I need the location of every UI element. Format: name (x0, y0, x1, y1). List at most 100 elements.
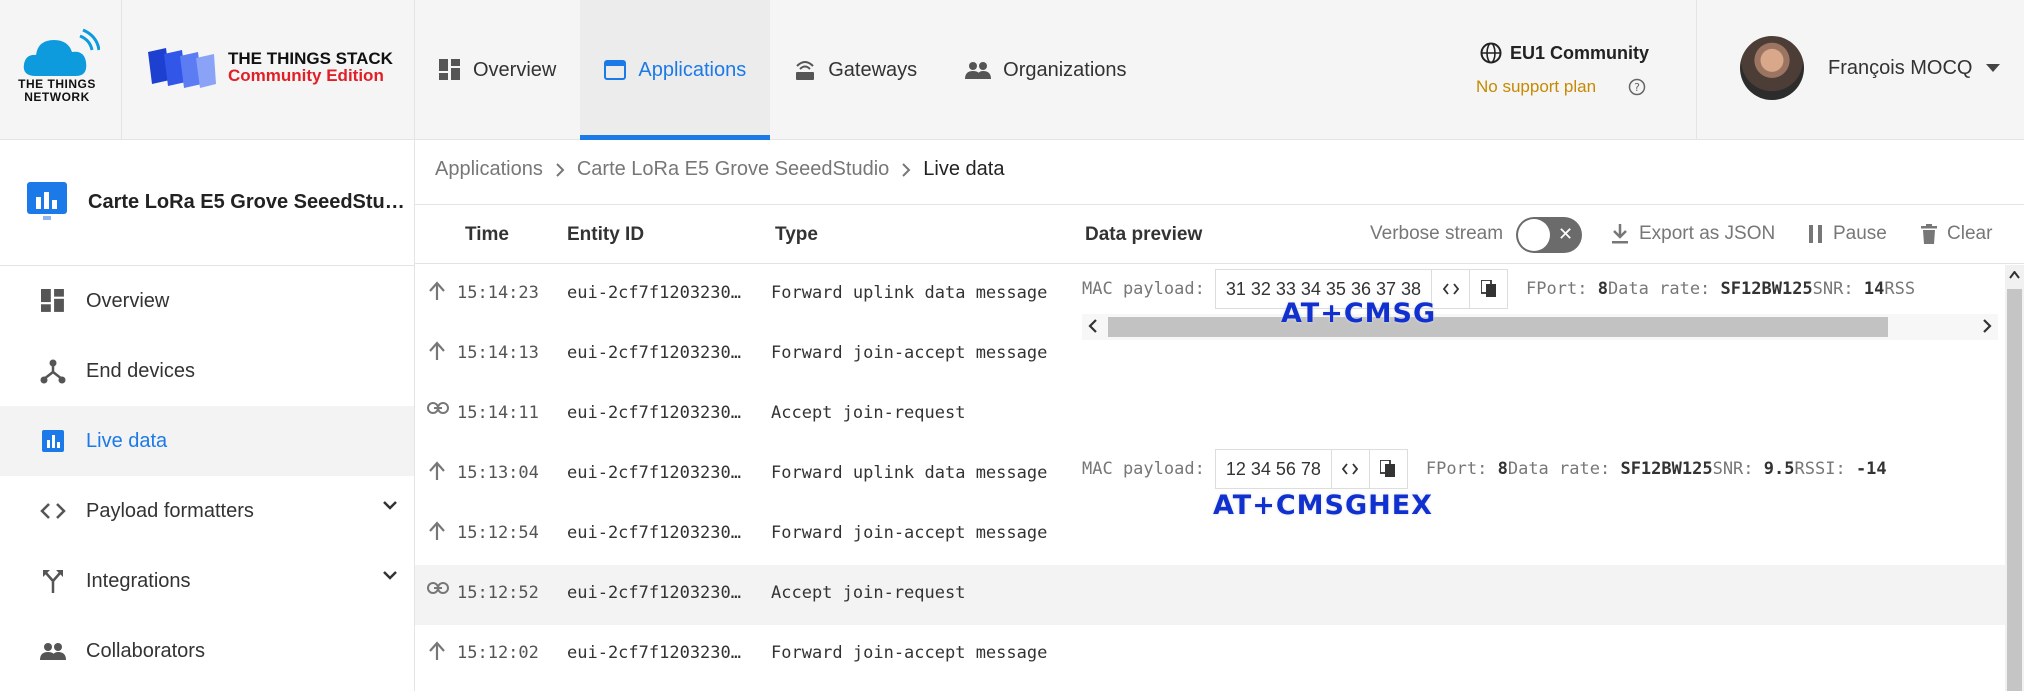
people-icon (40, 642, 66, 660)
vertical-scrollbar[interactable] (2005, 265, 2024, 691)
nav-organizations[interactable]: Organizations (941, 0, 1150, 140)
meta-rssi-label: RSS (1884, 279, 1916, 299)
meta-rate-label: Data rate: (1607, 279, 1711, 299)
meta-rssi: -14 (1855, 459, 1887, 479)
row-type: Forward uplink data message (771, 463, 1048, 483)
table-row[interactable]: 15:14:23 eui-2cf7f1203230… Forward uplin… (415, 265, 2005, 340)
row-time: 15:14:11 (457, 403, 539, 423)
devices-icon (40, 358, 66, 384)
chevron-right-icon (555, 162, 565, 177)
people-icon (965, 61, 992, 79)
stack-cards-icon (148, 48, 216, 88)
meta-fport-label: FPort: (1425, 459, 1488, 479)
row-type: Accept join-request (771, 583, 966, 603)
user-menu[interactable]: François MOCQ (1740, 36, 2001, 100)
svg-text:?: ? (1634, 81, 1640, 94)
sidebar-item-label: Integrations (86, 569, 191, 592)
row-type: Forward join-accept message (771, 643, 1048, 663)
breadcrumb-applications[interactable]: Applications (435, 158, 543, 181)
meta-snr-label: SNR: (1812, 279, 1854, 299)
meta-snr-label: SNR: (1712, 459, 1754, 479)
sidebar-item-collaborators[interactable]: Collaborators (0, 616, 414, 686)
meta-rssi-label: RSSI: (1794, 459, 1846, 479)
table-row[interactable]: 15:12:54 eui-2cf7f1203230… Forward join-… (415, 505, 2005, 565)
sidebar-item-integrations[interactable]: Integrations (0, 546, 414, 616)
chevron-down-icon[interactable] (382, 500, 398, 510)
scrollbar-thumb[interactable] (2007, 289, 2022, 691)
row-type: Accept join-request (771, 403, 966, 423)
table-row[interactable]: 15:12:52 eui-2cf7f1203230… Accept join-r… (415, 565, 2005, 625)
payload-value[interactable]: 12 34 56 78 (1214, 449, 1332, 489)
meta-rate: SF12BW125 (1620, 459, 1713, 479)
verbose-stream-label: Verbose stream (1370, 223, 1504, 244)
chevron-down-icon[interactable] (382, 570, 398, 580)
arrow-up-icon (427, 641, 447, 661)
avatar (1740, 36, 1804, 100)
meta-fport: 8 (1597, 279, 1608, 299)
copy-icon[interactable] (1470, 269, 1509, 309)
nav-gateways[interactable]: Gateways (770, 0, 941, 140)
nav-overview-label: Overview (473, 58, 557, 81)
sidebar-item-payload-formatters[interactable]: Payload formatters (0, 476, 414, 546)
application-icon (27, 181, 67, 220)
dashboard-icon (40, 289, 66, 313)
download-icon (1611, 224, 1629, 244)
sidebar-item-live-data[interactable]: Live data (0, 406, 414, 476)
ttn-logo[interactable]: THE THINGS NETWORK (0, 0, 122, 140)
app-header[interactable]: Carte LoRa E5 Grove SeeedStu… (0, 140, 414, 266)
caret-down-icon (1986, 64, 2001, 72)
row-entity: eui-2cf7f1203230… (567, 583, 741, 603)
row-entity: eui-2cf7f1203230… (567, 523, 741, 543)
data-preview: MAC payload: 12 34 56 78 FPort: 8 Data r… (1082, 449, 1887, 489)
breadcrumb-current: Live data (923, 158, 1005, 180)
support-plan: No support plan ? (1476, 77, 1646, 97)
stack-logo[interactable]: THE THINGS STACK Community Edition (122, 0, 415, 140)
help-icon[interactable]: ? (1628, 78, 1646, 96)
export-json-button[interactable]: Export as JSON (1611, 223, 1775, 245)
col-type: Type (775, 224, 818, 245)
sidebar-item-label: Overview (86, 289, 170, 312)
nav-organizations-label: Organizations (1003, 58, 1127, 81)
row-time: 15:14:13 (457, 343, 539, 363)
link-icon (427, 581, 449, 595)
nav-applications-label: Applications (638, 58, 747, 81)
row-entity: eui-2cf7f1203230… (567, 343, 741, 363)
sidebar-item-label: Payload formatters (86, 499, 254, 522)
dashboard-icon (439, 59, 461, 81)
verbose-stream-toggle[interactable]: ✕ (1516, 217, 1582, 253)
row-time: 15:14:23 (457, 283, 539, 303)
export-json-label: Export as JSON (1639, 223, 1776, 244)
code-toggle-icon[interactable] (1331, 449, 1370, 489)
row-type: Forward uplink data message (771, 283, 1048, 303)
scroll-up-icon[interactable] (2009, 271, 2020, 279)
clear-button[interactable]: Clear (1921, 223, 1992, 245)
arrow-up-icon (427, 281, 447, 301)
sidebar-item-end-devices[interactable]: End devices (0, 336, 414, 406)
arrow-up-icon (427, 341, 447, 361)
nav-overview[interactable]: Overview (415, 0, 580, 140)
sidebar-item-label: Collaborators (86, 639, 205, 662)
table-row[interactable]: 15:14:13 eui-2cf7f1203230… Forward join-… (415, 325, 2005, 385)
table-row[interactable]: 15:14:11 eui-2cf7f1203230… Accept join-r… (415, 385, 2005, 445)
user-name: François MOCQ (1828, 56, 1973, 79)
pause-button[interactable]: Pause (1809, 223, 1887, 245)
cluster-name: EU1 Community (1480, 42, 1649, 64)
col-time: Time (465, 224, 510, 245)
breadcrumb-application[interactable]: Carte LoRa E5 Grove SeeedStudio (577, 158, 889, 181)
row-entity: eui-2cf7f1203230… (567, 283, 741, 303)
table-row[interactable]: 15:13:04 eui-2cf7f1203230… Forward uplin… (415, 445, 2005, 521)
cluster-selector[interactable]: EU1 Community No support plan ? (1470, 0, 1697, 140)
bar-chart-icon (40, 430, 66, 452)
event-list: 15:14:23 eui-2cf7f1203230… Forward uplin… (415, 265, 2005, 691)
meta-snr: 14 (1863, 279, 1885, 299)
clear-label: Clear (1947, 223, 1993, 244)
row-time: 15:13:04 (457, 463, 539, 483)
table-row[interactable]: 15:12:02 eui-2cf7f1203230… Forward join-… (415, 625, 2005, 685)
nav-applications[interactable]: Applications (580, 0, 771, 140)
sidebar-item-overview[interactable]: Overview (0, 266, 414, 336)
code-toggle-icon[interactable] (1432, 269, 1471, 309)
row-entity: eui-2cf7f1203230… (567, 403, 741, 423)
row-time: 15:12:54 (457, 523, 539, 543)
meta-fport: 8 (1497, 459, 1508, 479)
copy-icon[interactable] (1369, 449, 1408, 489)
